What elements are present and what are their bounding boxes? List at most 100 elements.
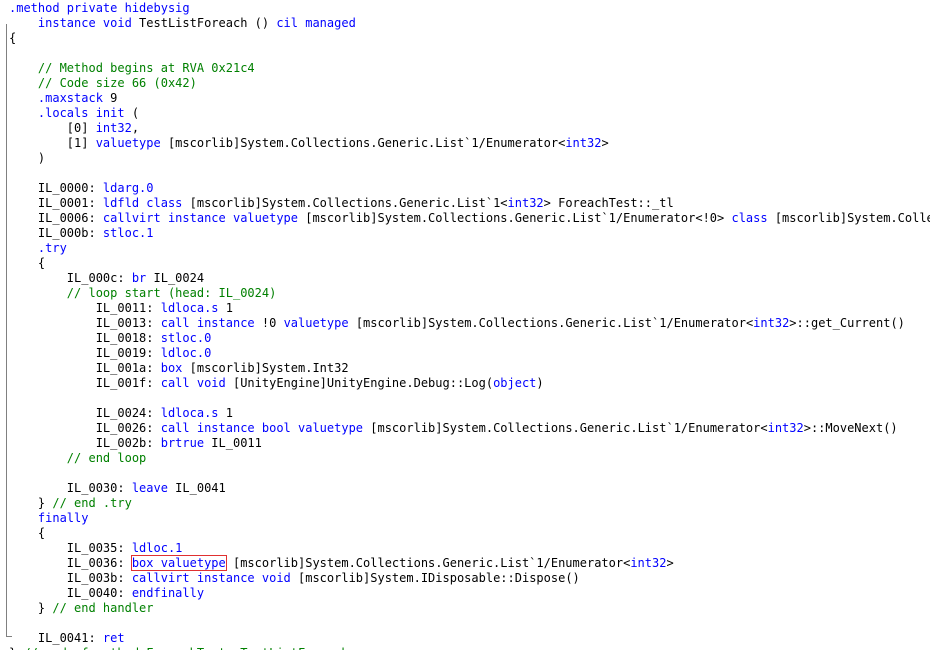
keyword-token: leave	[131, 481, 168, 495]
text-token: > ForeachTest::_tl	[543, 196, 674, 210]
il-code-view[interactable]: .method private hidebysig instance void …	[0, 0, 930, 650]
text-token: }	[9, 601, 53, 615]
code-line: IL_003b: callvirt instance void [mscorli…	[9, 571, 930, 586]
keyword-token: callvirt	[102, 211, 161, 225]
keyword-token: valuetype	[95, 136, 161, 150]
keyword-token: .maxstack	[37, 91, 103, 105]
text-token: >	[601, 136, 609, 150]
text-token: [mscorlib]System.Int32	[182, 361, 349, 375]
keyword-token: int32	[565, 136, 602, 150]
keyword-token: .locals init	[37, 106, 125, 120]
code-line: IL_0040: endfinally	[9, 586, 930, 601]
code-line: IL_0001: ldfld class [mscorlib]System.Co…	[9, 196, 930, 211]
text-token: IL_0001:	[9, 196, 103, 210]
keyword-token: instance valuetype	[167, 211, 298, 225]
keyword-token: .try	[37, 241, 67, 255]
code-line: IL_0026: call instance bool valuetype [m…	[9, 421, 930, 436]
comment-token: // end loop	[9, 451, 147, 465]
text-token: >::get_Current()	[789, 316, 905, 330]
keyword-token: int32	[507, 196, 544, 210]
text-token: {	[9, 526, 46, 540]
text-token: [mscorlib]System.Collections.Generic.Lis…	[348, 316, 754, 330]
text-token: [mscorlib]System.Collections.Generic.Lis…	[225, 556, 631, 570]
code-line: } // end of method ForeachTest::TestList…	[9, 646, 930, 650]
text-token: [mscorlib]System.Collections.Generic.Lis…	[363, 421, 768, 435]
code-line: IL_000c: br IL_0024	[9, 271, 930, 286]
code-line: .locals init (	[9, 106, 930, 121]
code-line: } // end handler	[9, 601, 930, 616]
code-line: IL_0006: callvirt instance valuetype [ms…	[9, 211, 930, 226]
code-line: // loop start (head: IL_0024)	[9, 286, 930, 301]
code-line: IL_000b: stloc.1	[9, 226, 930, 241]
code-line: .try	[9, 241, 930, 256]
code-lines: .method private hidebysig instance void …	[9, 1, 930, 650]
text-token: IL_0041:	[9, 631, 103, 645]
text-token: IL_0013:	[9, 316, 161, 330]
text-token: IL_0011:	[9, 301, 161, 315]
keyword-token: endfinally	[131, 586, 205, 600]
code-line: instance void TestListForeach () cil man…	[9, 16, 930, 31]
keyword-token: stloc.1	[102, 226, 154, 240]
keyword-token: ldloca.s	[160, 406, 219, 420]
keyword-token: int32	[630, 556, 667, 570]
keyword-token: ldloc.0	[160, 346, 212, 360]
code-line: IL_0036: box valuetype [mscorlib]System.…	[9, 555, 930, 571]
text-token: IL_0019:	[9, 346, 161, 360]
text-token: [mscorlib]System.IDisposable::Dispose()	[290, 571, 580, 585]
keyword-token: .method private hidebysig	[9, 1, 190, 15]
text-token: IL_0018:	[9, 331, 161, 345]
text-token: IL_0006:	[9, 211, 103, 225]
text-token: [0]	[9, 121, 96, 135]
text-token: [1]	[9, 136, 96, 150]
text-token: IL_001a:	[9, 361, 161, 375]
keyword-token: cil managed	[276, 16, 356, 30]
code-line: IL_0035: ldloc.1	[9, 541, 930, 556]
text-token: {	[9, 256, 46, 270]
code-line: [0] int32,	[9, 121, 930, 136]
keyword-token: call void	[160, 376, 226, 390]
comment-token: // end of method ForeachTest::TestListFo…	[23, 646, 348, 650]
code-line: IL_0018: stloc.0	[9, 331, 930, 346]
text-token: IL_003b:	[9, 571, 132, 585]
keyword-token: valuetype	[283, 316, 349, 330]
keyword-token: br	[131, 271, 147, 285]
code-line: } // end .try	[9, 496, 930, 511]
text-token: (	[124, 106, 140, 120]
code-line: IL_0030: leave IL_0041	[9, 481, 930, 496]
text-token: IL_0000:	[9, 181, 103, 195]
keyword-token: call	[160, 316, 190, 330]
text-token: >::MoveNext()	[803, 421, 898, 435]
keyword-token: int32	[767, 421, 804, 435]
code-line: finally	[9, 511, 930, 526]
code-line: {	[9, 526, 930, 541]
code-line: IL_001a: box [mscorlib]System.Int32	[9, 361, 930, 376]
text-token: IL_0036:	[9, 556, 132, 570]
keyword-token: instance void	[196, 571, 291, 585]
text-token: IL_0024:	[9, 406, 161, 420]
fold-guide-line	[6, 24, 7, 637]
text-token: [mscorlib]System.Collections.Generic.Lis…	[298, 211, 732, 225]
text-token: }	[9, 496, 53, 510]
text-token: 1	[218, 301, 233, 315]
text-token: IL_002b:	[9, 436, 161, 450]
keyword-token: instance bool valuetype	[196, 421, 364, 435]
comment-token: // end .try	[52, 496, 132, 510]
code-line: .method private hidebysig	[9, 1, 930, 16]
keyword-token: int32	[95, 121, 132, 135]
text-token: [mscorlib]System.Collections.Generic.Lis…	[182, 196, 508, 210]
code-line: {	[9, 256, 930, 271]
comment-token: // Code size 66 (0x42)	[9, 76, 197, 90]
code-line: IL_0041: ret	[9, 631, 930, 646]
text-token: [UnityEngine]UnityEngine.Debug::Log(	[225, 376, 494, 390]
code-line: // Method begins at RVA 0x21c4	[9, 61, 930, 76]
code-line: )	[9, 151, 930, 166]
